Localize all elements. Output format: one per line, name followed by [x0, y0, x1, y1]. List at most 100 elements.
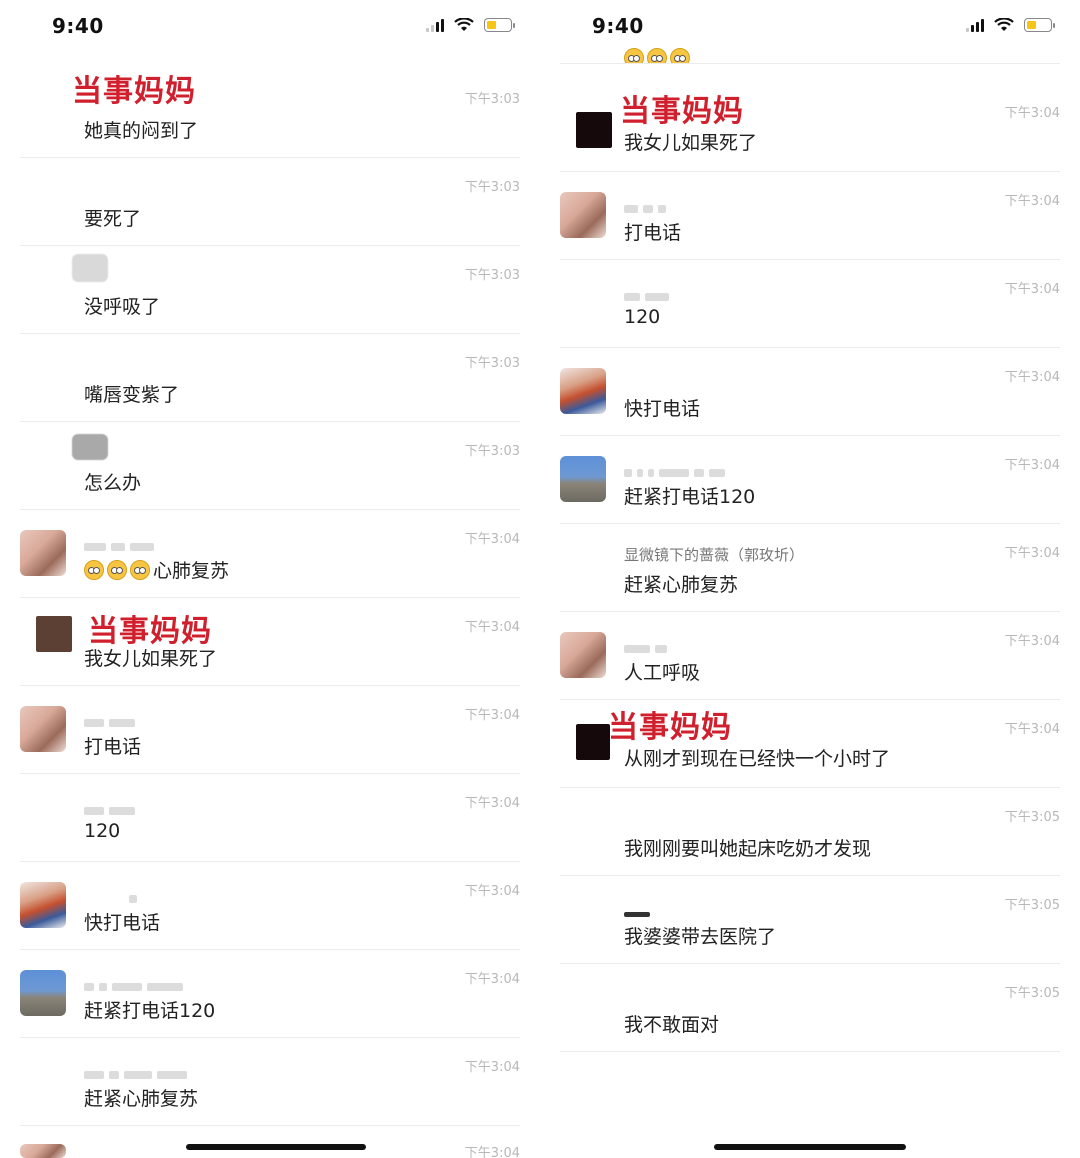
home-indicator[interactable]	[714, 1144, 906, 1150]
list-item[interactable]: 赶紧心肺复苏 下午3:04	[20, 1038, 520, 1126]
avatar[interactable]	[20, 882, 66, 928]
status-bar: 9:40	[52, 14, 515, 44]
list-item[interactable]: 没呼吸了 下午3:03	[20, 246, 520, 334]
message-text: 赶紧打电话120	[84, 1000, 216, 1022]
sender-name-blurred	[624, 198, 714, 213]
battery-icon	[1024, 18, 1055, 32]
message-time: 下午3:03	[464, 356, 520, 371]
message-text: 我刚刚要叫她起床吃奶才发现	[624, 838, 872, 860]
wifi-icon	[454, 18, 474, 31]
avatar[interactable]	[72, 434, 108, 460]
message-text: 我女儿如果死了	[624, 132, 758, 154]
avatar[interactable]	[20, 1144, 66, 1158]
list-item[interactable]: 我刚刚要叫她起床吃奶才发现 下午3:05	[560, 788, 1060, 876]
list-item[interactable]: 赶紧打电话120 下午3:04	[20, 950, 520, 1038]
list-item[interactable]: 人工呼吸 下午3:04	[560, 612, 1060, 700]
message-time: 下午3:04	[464, 1060, 520, 1075]
list-item[interactable]: 她真的闷到了 下午3:03	[20, 70, 520, 158]
sender-name-blurred	[84, 888, 174, 903]
annotation-label: 当事妈妈	[620, 94, 744, 129]
eyes-emoji-icon	[670, 48, 690, 64]
avatar[interactable]	[20, 530, 66, 576]
list-item[interactable]: 要死了 下午3:03	[20, 158, 520, 246]
message-text: 心肺复苏	[153, 560, 230, 582]
wifi-icon	[994, 18, 1014, 31]
list-item[interactable]: 显微镜下的蔷薇（郭玫圻） 赶紧心肺复苏 下午3:04	[560, 524, 1060, 612]
list-item[interactable]: 120 下午3:04	[560, 260, 1060, 348]
message-text: 赶紧心肺复苏	[624, 574, 739, 596]
cellular-signal-icon	[966, 18, 984, 32]
avatar[interactable]	[560, 368, 606, 414]
battery-icon	[484, 18, 515, 32]
list-item[interactable]: 嘴唇变紫了 下午3:03	[20, 334, 520, 422]
message-time: 下午3:04	[1004, 194, 1060, 209]
message-text: 我不敢面对	[624, 1014, 720, 1036]
sender-name-blurred	[84, 712, 174, 727]
list-item[interactable]: 心肺复苏 下午3:04	[20, 510, 520, 598]
message-text: 快打电话	[84, 912, 161, 934]
message-text: 从刚才到现在已经快一个小时了	[624, 748, 891, 770]
list-item[interactable]: 赶紧打电话120 下午3:04	[560, 436, 1060, 524]
message-time: 下午3:04	[1004, 282, 1060, 297]
message-text: 没呼吸了	[84, 296, 161, 318]
message-text: 快打电话	[624, 398, 701, 420]
message-text: 打电话	[84, 736, 142, 758]
list-item[interactable]: 我不敢面对 下午3:05	[560, 964, 1060, 1052]
avatar[interactable]	[560, 632, 606, 678]
status-time: 9:40	[52, 14, 104, 38]
eyes-emoji-icon	[84, 560, 104, 580]
message-text: 嘴唇变紫了	[84, 384, 180, 406]
message-text: 赶紧心肺复苏	[84, 1088, 199, 1110]
message-text: 人工呼吸	[624, 662, 701, 684]
message-time: 下午3:04	[1004, 634, 1060, 649]
message-time: 下午3:04	[1004, 546, 1060, 561]
avatar[interactable]	[576, 724, 610, 760]
message-time: 下午3:04	[464, 620, 520, 635]
message-time: 下午3:04	[464, 972, 520, 987]
sender-name-blurred	[84, 536, 174, 551]
right-chat-screenshot: 9:40 我女儿如果死了 下午3:04 当事妈妈 打电话 下午3:04 120 …	[540, 0, 1080, 1158]
sender-name: 显微镜下的蔷薇（郭玫圻）	[624, 546, 805, 564]
sender-name-blurred	[624, 638, 714, 653]
list-item[interactable]: 我婆婆带去医院了 下午3:05	[560, 876, 1060, 964]
list-item[interactable]: 怎么办 下午3:03	[20, 422, 520, 510]
list-item[interactable]: 快打电话 下午3:04	[560, 348, 1060, 436]
eyes-emoji-icon	[107, 560, 127, 580]
message-time: 下午3:05	[1004, 810, 1060, 825]
avatar[interactable]	[20, 970, 66, 1016]
message-text: 要死了	[84, 208, 142, 230]
message-time: 下午3:04	[1004, 722, 1060, 737]
message-time: 下午3:03	[464, 444, 520, 459]
home-indicator[interactable]	[186, 1144, 366, 1150]
avatar[interactable]	[36, 616, 72, 652]
message-text-row: 心肺复苏	[84, 556, 229, 583]
avatar[interactable]	[20, 706, 66, 752]
annotation-label: 当事妈妈	[608, 710, 732, 745]
message-text: 她真的闷到了	[84, 120, 199, 142]
sender-name-blurred	[624, 462, 824, 477]
cellular-signal-icon	[426, 18, 444, 32]
avatar[interactable]	[576, 112, 612, 148]
message-time: 下午3:05	[1004, 986, 1060, 1001]
list-item[interactable]: 120 下午3:04	[20, 774, 520, 862]
message-time: 下午3:04	[1004, 106, 1060, 121]
message-time: 下午3:04	[464, 708, 520, 723]
message-time: 下午3:03	[464, 180, 520, 195]
list-item[interactable]: 打电话 下午3:04	[20, 686, 520, 774]
list-item[interactable]: 快打电话 下午3:04	[20, 862, 520, 950]
list-item[interactable]: 下午3:04	[20, 1126, 520, 1158]
avatar[interactable]	[72, 254, 108, 282]
left-chat-screenshot: 9:40 当事妈妈 她真的闷到了 下午3:03 要死了 下午3:03 没呼吸了 …	[0, 0, 540, 1158]
avatar[interactable]	[560, 456, 606, 502]
sender-name-blurred	[84, 1064, 274, 1079]
message-time: 下午3:04	[464, 1146, 520, 1158]
message-text: 120	[84, 820, 121, 842]
message-text: 我婆婆带去医院了	[624, 926, 777, 948]
eyes-emoji-icon	[624, 48, 644, 64]
message-time: 下午3:04	[1004, 458, 1060, 473]
list-item[interactable]: 打电话 下午3:04	[560, 172, 1060, 260]
cut-off-previous-message	[560, 46, 1060, 64]
message-time: 下午3:03	[464, 268, 520, 283]
avatar[interactable]	[560, 192, 606, 238]
message-text: 赶紧打电话120	[624, 486, 756, 508]
